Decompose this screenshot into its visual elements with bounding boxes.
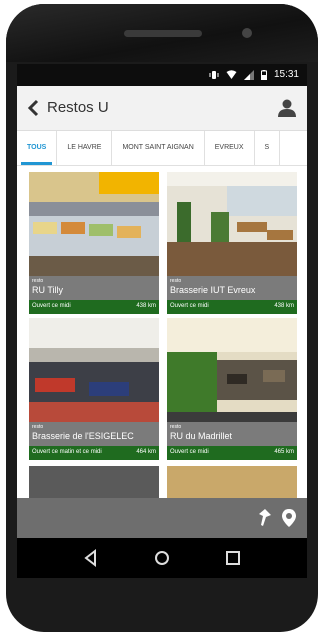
restaurant-kind: resto bbox=[170, 278, 182, 284]
restaurant-card[interactable]: resto Brasserie de l'ESIGELEC Ouvert ce … bbox=[29, 318, 159, 460]
nav-back-icon[interactable] bbox=[81, 548, 101, 568]
restaurant-photo bbox=[167, 172, 297, 276]
battery-icon bbox=[260, 69, 267, 80]
speaker-grille bbox=[124, 30, 202, 37]
opening-hours: Ouvert ce midi bbox=[170, 449, 209, 455]
signal-icon bbox=[243, 69, 254, 80]
opening-bar: Ouvert ce matin et ce midi 464 km bbox=[29, 446, 159, 460]
restaurant-card[interactable]: resto Brasserie IUT Evreux Ouvert ce mid… bbox=[167, 172, 297, 314]
restaurant-info: resto Brasserie de l'ESIGELEC bbox=[29, 422, 159, 446]
location-pin-icon[interactable] bbox=[281, 508, 297, 528]
restaurant-name: Brasserie IUT Evreux bbox=[170, 285, 256, 295]
tab-mont-saint-aignan[interactable]: MONT SAINT AIGNAN bbox=[112, 131, 205, 165]
phone-top-bezel bbox=[6, 4, 318, 62]
user-icon[interactable] bbox=[277, 98, 297, 118]
opening-hours: Ouvert ce midi bbox=[32, 303, 71, 309]
restaurant-info: resto RU Tilly bbox=[29, 276, 159, 300]
distance: 438 km bbox=[136, 303, 156, 309]
restaurant-grid: resto RU Tilly Ouvert ce midi 438 km res… bbox=[17, 168, 307, 498]
restaurant-info: resto Brasserie IUT Evreux bbox=[167, 276, 297, 300]
opening-bar: Ouvert ce midi 438 km bbox=[167, 300, 297, 314]
tab-le-havre[interactable]: LE HAVRE bbox=[57, 131, 113, 165]
restaurant-photo bbox=[29, 318, 159, 422]
restaurant-name: Brasserie de l'ESIGELEC bbox=[32, 431, 134, 441]
distance: 465 km bbox=[274, 449, 294, 455]
app-bar: Restos U bbox=[17, 86, 307, 131]
restaurant-card-partial[interactable] bbox=[167, 466, 297, 498]
opening-hours: Ouvert ce midi bbox=[170, 303, 209, 309]
nav-recents-icon[interactable] bbox=[223, 548, 243, 568]
opening-hours: Ouvert ce matin et ce midi bbox=[32, 449, 102, 455]
restaurant-name: RU Tilly bbox=[32, 285, 63, 295]
restaurant-kind: resto bbox=[32, 278, 44, 284]
restaurant-card-partial[interactable] bbox=[29, 466, 159, 498]
front-camera bbox=[242, 28, 252, 38]
android-nav-bar bbox=[17, 538, 307, 578]
category-tabs: TOUS LE HAVRE MONT SAINT AIGNAN EVREUX S bbox=[17, 131, 307, 166]
restaurant-photo bbox=[29, 172, 159, 276]
status-time: 15:31 bbox=[273, 69, 299, 80]
restaurant-photo bbox=[167, 318, 297, 422]
tab-tous[interactable]: TOUS bbox=[17, 131, 58, 165]
restaurant-kind: resto bbox=[170, 424, 182, 430]
bottom-action-bar bbox=[17, 498, 307, 538]
restaurant-kind: resto bbox=[32, 424, 44, 430]
back-arrow-icon[interactable] bbox=[25, 98, 43, 118]
restaurant-name: RU du Madrillet bbox=[170, 431, 233, 441]
restaurant-card[interactable]: resto RU du Madrillet Ouvert ce midi 465… bbox=[167, 318, 297, 460]
app-title: Restos U bbox=[47, 99, 109, 116]
tab-more[interactable]: S bbox=[255, 131, 281, 165]
restaurant-card[interactable]: resto RU Tilly Ouvert ce midi 438 km bbox=[29, 172, 159, 314]
vibrate-icon bbox=[209, 70, 219, 79]
distance: 464 km bbox=[136, 449, 156, 455]
status-icons: 15:31 bbox=[209, 69, 299, 80]
wifi-icon bbox=[226, 69, 237, 79]
route-pin-icon[interactable] bbox=[257, 508, 273, 528]
opening-bar: Ouvert ce midi 438 km bbox=[29, 300, 159, 314]
nav-home-icon[interactable] bbox=[152, 548, 172, 568]
status-bar: 15:31 bbox=[17, 64, 307, 86]
tab-evreux[interactable]: EVREUX bbox=[205, 131, 255, 165]
screen: 15:31 Restos U TOUS LE HAVRE MONT SAINT … bbox=[17, 64, 307, 538]
restaurant-info: resto RU du Madrillet bbox=[167, 422, 297, 446]
opening-bar: Ouvert ce midi 465 km bbox=[167, 446, 297, 460]
distance: 438 km bbox=[274, 303, 294, 309]
